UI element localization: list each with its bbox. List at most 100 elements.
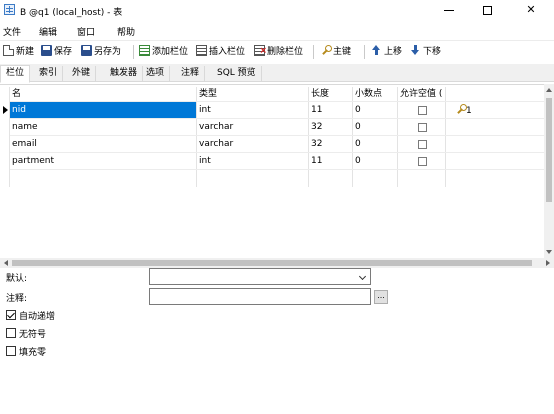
close-button[interactable]: ✕ — [508, 0, 554, 20]
tab-comment[interactable]: 注释 — [176, 66, 206, 82]
insert-field-label: 插入栏位 — [209, 47, 246, 57]
nullable-checkbox[interactable] — [418, 157, 427, 166]
nullable-checkbox[interactable] — [418, 140, 427, 149]
save-button[interactable]: 保存 — [41, 44, 72, 60]
field-type-cell[interactable]: int — [199, 153, 211, 169]
menu-bar: 文件 编辑 窗口 帮助 — [0, 22, 554, 40]
field-name-cell[interactable]: partment — [12, 153, 54, 169]
minimize-icon — [444, 9, 454, 11]
fields-grid: 名 类型 长度 小数点 允许空值 ( nid int 11 0 1 name v… — [0, 84, 554, 258]
minimize-button[interactable] — [430, 0, 468, 20]
field-type-cell[interactable]: int — [199, 102, 211, 118]
toolbar-separator — [133, 45, 134, 59]
menu-help[interactable]: 帮助 — [117, 25, 135, 38]
new-label: 新建 — [16, 47, 35, 57]
key-icon — [320, 45, 332, 56]
scroll-right-icon[interactable] — [546, 260, 550, 266]
move-up-button[interactable]: 上移 — [371, 44, 402, 60]
field-name-cell[interactable]: name — [12, 119, 38, 135]
tab-options[interactable]: 选项 — [141, 66, 171, 82]
field-decimals-cell[interactable]: 0 — [355, 119, 361, 135]
field-length-cell[interactable]: 32 — [311, 136, 322, 152]
field-decimals-cell[interactable]: 0 — [355, 153, 361, 169]
auto-increment-checkbox[interactable] — [6, 310, 16, 320]
scroll-down-icon[interactable] — [546, 250, 552, 254]
move-up-label: 上移 — [384, 47, 403, 57]
scroll-thumb[interactable] — [546, 98, 552, 202]
maximize-icon — [482, 5, 492, 15]
save-icon — [41, 45, 52, 56]
scroll-thumb[interactable] — [12, 260, 532, 266]
tab-strip: 栏位 索引 外键 触发器 选项 注释 SQL 预览 — [0, 64, 554, 83]
column-divider — [397, 87, 398, 187]
save-as-button[interactable]: 另存为 — [81, 44, 121, 60]
unsigned-label: 无符号 — [19, 330, 47, 340]
column-header-length[interactable]: 长度 — [311, 87, 329, 101]
insert-field-icon — [196, 45, 207, 56]
delete-field-label: 删除栏位 — [267, 47, 304, 57]
move-down-button[interactable]: 下移 — [410, 44, 441, 60]
field-decimals-cell[interactable]: 0 — [355, 136, 361, 152]
key-cell: 1 — [455, 104, 472, 116]
menu-edit[interactable]: 编辑 — [39, 25, 57, 38]
field-length-cell[interactable]: 11 — [311, 153, 322, 169]
row-divider — [10, 118, 544, 119]
new-button[interactable]: 新建 — [3, 44, 34, 60]
default-dropdown[interactable] — [149, 268, 371, 285]
field-type-cell[interactable]: varchar — [199, 136, 233, 152]
column-header-decimals[interactable]: 小数点 — [355, 87, 382, 101]
column-header-name[interactable]: 名 — [12, 87, 21, 101]
field-name-cell[interactable]: nid — [10, 102, 196, 118]
tab-foreign-keys[interactable]: 外键 — [67, 66, 97, 82]
title-bar: B @q1 (local_host) - 表 ✕ — [0, 0, 554, 20]
add-field-button[interactable]: 添加栏位 — [139, 44, 188, 60]
tab-indexes[interactable]: 索引 — [34, 66, 64, 82]
field-type-cell[interactable]: varchar — [199, 119, 233, 135]
arrow-up-icon — [371, 45, 382, 56]
field-name-cell[interactable]: email — [12, 136, 37, 152]
scroll-up-icon[interactable] — [546, 88, 552, 92]
horizontal-scrollbar[interactable] — [0, 258, 554, 268]
column-header-type[interactable]: 类型 — [199, 87, 217, 101]
default-label: 默认: — [6, 274, 28, 284]
insert-field-button[interactable]: 插入栏位 — [196, 44, 245, 60]
row-pointer-icon — [3, 106, 8, 114]
field-length-cell[interactable]: 11 — [311, 102, 322, 118]
arrow-down-icon — [410, 45, 421, 56]
column-header-nullable[interactable]: 允许空值 ( — [400, 87, 442, 101]
add-field-label: 添加栏位 — [152, 47, 189, 57]
tab-triggers[interactable]: 触发器 — [105, 66, 144, 82]
scroll-left-icon[interactable] — [4, 260, 8, 266]
comment-field[interactable] — [149, 288, 371, 305]
tab-fields[interactable]: 栏位 — [0, 65, 31, 83]
row-divider — [10, 152, 544, 153]
unsigned-checkbox[interactable] — [6, 328, 16, 338]
zerofill-label: 填充零 — [19, 348, 47, 358]
comment-ellipsis-button[interactable]: ... — [374, 290, 388, 304]
column-divider — [352, 87, 353, 187]
nullable-checkbox[interactable] — [418, 106, 427, 115]
row-divider — [10, 135, 544, 136]
window-title: B @q1 (local_host) - 表 — [20, 8, 123, 18]
tab-sql-preview[interactable]: SQL 预览 — [212, 66, 262, 82]
primary-key-button[interactable]: 主键 — [320, 44, 351, 60]
toolbar-separator — [313, 45, 314, 59]
comment-label: 注释: — [6, 294, 28, 304]
nullable-checkbox[interactable] — [418, 123, 427, 132]
save-as-icon — [81, 45, 92, 56]
menu-file[interactable]: 文件 — [3, 25, 21, 38]
primary-key-icon — [455, 104, 467, 115]
delete-field-icon — [254, 43, 267, 59]
field-properties-panel: 默认: 注释: ... 自动递增 无符号 填充零 — [0, 268, 554, 414]
field-decimals-cell[interactable]: 0 — [355, 102, 361, 118]
maximize-button[interactable] — [468, 0, 506, 20]
chevron-down-icon — [358, 272, 367, 281]
column-divider — [196, 87, 197, 187]
delete-field-button[interactable]: 删除栏位 — [254, 43, 304, 60]
toolbar: 新建 保存 另存为 添加栏位 插入栏位 删除栏位 主键 上移 下移 — [0, 40, 554, 62]
menu-window[interactable]: 窗口 — [77, 25, 95, 38]
vertical-scrollbar[interactable] — [544, 84, 554, 258]
field-length-cell[interactable]: 32 — [311, 119, 322, 135]
zerofill-checkbox[interactable] — [6, 346, 16, 356]
row-divider — [10, 169, 544, 170]
